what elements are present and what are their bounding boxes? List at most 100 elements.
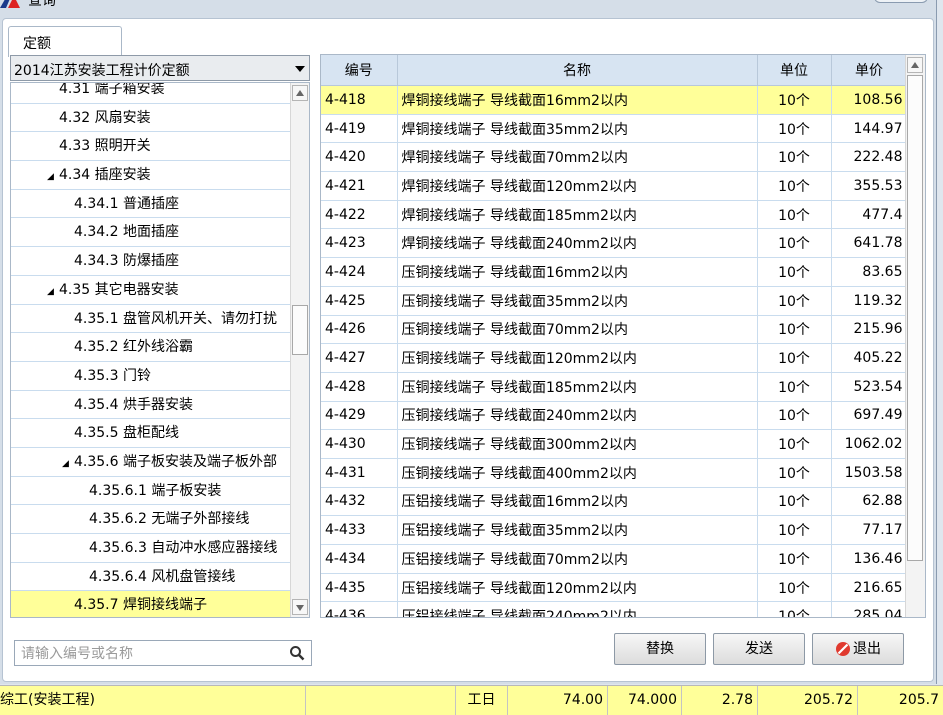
- tree-item[interactable]: 4.35.6.3 自动冲水感应器接线: [11, 534, 291, 563]
- table-row[interactable]: 4-419 焊铜接线端子 导线截面35mm2以内 10个 144.97: [321, 114, 908, 144]
- cell-name: 压铜接线端子 导线截面185mm2以内: [397, 372, 758, 402]
- tree-list: 4.31 端子箱安装 4.32 风扇安装 4.33 照明开关 ◢ 4.34 插座安装 4.…: [11, 83, 291, 617]
- bottom-empty: [306, 686, 456, 715]
- tree-item[interactable]: 4.35.6.4 风机盘管接线: [11, 563, 291, 592]
- table-row[interactable]: 4-436 压铝接线端子 导线截面240mm2以内 10个 285.04: [321, 601, 908, 617]
- cell-code: 4-436: [321, 601, 398, 617]
- tree-item-label: 4.35.3 门铃: [74, 367, 151, 384]
- cell-price: 697.49: [831, 401, 908, 431]
- tree-item[interactable]: ◢ 4.35.6 端子板安装及端子板外部: [11, 448, 291, 477]
- expanded-triangle-icon[interactable]: ◢: [47, 163, 59, 189]
- cell-code: 4-426: [321, 315, 398, 345]
- tree-scrollbar[interactable]: [290, 83, 309, 617]
- tree-item[interactable]: 4.35.6.2 无端子外部接线: [11, 505, 291, 534]
- close-button[interactable]: [874, 0, 928, 3]
- tree-item[interactable]: 4.35.7 焊铜接线端子: [11, 591, 291, 617]
- table-row[interactable]: 4-424 压铜接线端子 导线截面16mm2以内 10个 83.65: [321, 257, 908, 287]
- table-row[interactable]: 4-421 焊铜接线端子 导线截面120mm2以内 10个 355.53: [321, 171, 908, 201]
- cell-code: 4-427: [321, 343, 398, 373]
- table-row[interactable]: 4-422 焊铜接线端子 导线截面185mm2以内 10个 477.4: [321, 200, 908, 230]
- replace-button[interactable]: 替换: [614, 633, 706, 665]
- table-row[interactable]: 4-431 压铜接线端子 导线截面400mm2以内 10个 1503.58: [321, 458, 908, 488]
- table-row[interactable]: 4-420 焊铜接线端子 导线截面70mm2以内 10个 222.48: [321, 142, 908, 173]
- cell-name: 焊铜接线端子 导线截面35mm2以内: [397, 114, 758, 144]
- cell-price: 523.54: [831, 372, 908, 402]
- expanded-triangle-icon[interactable]: ◢: [47, 278, 59, 304]
- scroll-down-button[interactable]: [292, 599, 308, 615]
- tree-item[interactable]: ◢ 4.34 插座安装: [11, 161, 291, 190]
- table-row[interactable]: 4-435 压铝接线端子 导线截面120mm2以内 10个 216.65: [321, 573, 908, 603]
- table-row[interactable]: 4-427 压铜接线端子 导线截面120mm2以内 10个 405.22: [321, 343, 908, 373]
- tree-item[interactable]: 4.33 照明开关: [11, 132, 291, 162]
- grid-scrollbar[interactable]: [905, 55, 925, 617]
- column-header[interactable]: 单位: [757, 55, 832, 86]
- cell-unit: 10个: [757, 601, 832, 617]
- table-row[interactable]: 4-432 压铝接线端子 导线截面16mm2以内 10个 62.88: [321, 487, 908, 517]
- expanded-triangle-icon[interactable]: ◢: [62, 450, 74, 476]
- cell-unit: 10个: [757, 142, 832, 173]
- cell-code: 4-423: [321, 228, 398, 259]
- query-dialog: 查询 定额 2014江苏安装工程计价定额 4.31 端子箱安装 4.32 风扇安装…: [0, 0, 937, 684]
- tree-item[interactable]: 4.34.1 普通插座: [11, 190, 291, 219]
- send-button[interactable]: 发送: [713, 633, 805, 665]
- table-row[interactable]: 4-418 焊铜接线端子 导线截面16mm2以内 10个 108.56: [321, 85, 908, 115]
- tree-item[interactable]: 4.34.2 地面插座: [11, 218, 291, 248]
- exit-button[interactable]: 退出: [812, 633, 904, 665]
- cell-code: 4-433: [321, 515, 398, 545]
- tree-item[interactable]: 4.35.5 盘柜配线: [11, 419, 291, 448]
- scroll-thumb[interactable]: [907, 75, 923, 561]
- tree-item-label: 4.35 其它电器安装: [59, 281, 179, 298]
- tree-item[interactable]: 4.35.2 红外线浴霸: [11, 333, 291, 362]
- no-entry-icon: [836, 642, 850, 656]
- tree-item[interactable]: 4.32 风扇安装: [11, 104, 291, 133]
- cell-price: 108.56: [831, 85, 908, 115]
- cell-code: 4-425: [321, 286, 398, 316]
- column-header[interactable]: 编号: [321, 55, 398, 86]
- tree-item[interactable]: 4.35.4 烘手器安装: [11, 391, 291, 420]
- tree-item[interactable]: 4.35.3 门铃: [11, 362, 291, 391]
- cell-price: 405.22: [831, 343, 908, 373]
- tree-item-label: 4.34.2 地面插座: [74, 224, 179, 241]
- cell-code: 4-431: [321, 458, 398, 488]
- search-input[interactable]: [19, 643, 283, 665]
- table-row[interactable]: 4-425 压铜接线端子 导线截面35mm2以内 10个 119.32: [321, 286, 908, 316]
- search-icon[interactable]: [289, 645, 305, 661]
- table-row[interactable]: 4-434 压铝接线端子 导线截面70mm2以内 10个 136.46: [321, 544, 908, 574]
- column-header[interactable]: 单价: [831, 55, 908, 86]
- table-row[interactable]: 4-429 压铜接线端子 导线截面240mm2以内 10个 697.49: [321, 401, 908, 431]
- search-box[interactable]: [14, 640, 312, 666]
- cell-name: 焊铜接线端子 导线截面185mm2以内: [397, 200, 758, 230]
- column-header[interactable]: 名称: [397, 55, 758, 86]
- quota-library-value: 2014江苏安装工程计价定额: [14, 63, 190, 79]
- cell-price: 1062.02: [831, 429, 908, 459]
- table-row[interactable]: 4-423 焊铜接线端子 导线截面240mm2以内 10个 641.78: [321, 228, 908, 259]
- title-bar: 查询: [0, 0, 936, 10]
- cell-price: 477.4: [831, 200, 908, 230]
- tab-quota[interactable]: 定额: [8, 26, 122, 57]
- quota-library-select[interactable]: 2014江苏安装工程计价定额: [10, 55, 310, 81]
- tree-item[interactable]: 4.35.6.1 端子板安装: [11, 477, 291, 506]
- scroll-up-button[interactable]: [907, 57, 923, 73]
- cell-code: 4-429: [321, 401, 398, 431]
- cell-price: 77.17: [831, 515, 908, 545]
- cell-price: 1503.58: [831, 458, 908, 488]
- bottom-total1: 205.72: [758, 686, 858, 715]
- table-row[interactable]: 4-426 压铜接线端子 导线截面70mm2以内 10个 215.96: [321, 315, 908, 345]
- table-row[interactable]: 4-430 压铜接线端子 导线截面300mm2以内 10个 1062.02: [321, 429, 908, 459]
- table-row[interactable]: 4-433 压铝接线端子 导线截面35mm2以内 10个 77.17: [321, 515, 908, 545]
- tree-item[interactable]: 4.31 端子箱安装: [11, 83, 291, 104]
- table-body: 4-418 焊铜接线端子 导线截面16mm2以内 10个 108.56 4-419 焊铜接…: [321, 85, 908, 617]
- table-row[interactable]: 4-428 压铜接线端子 导线截面185mm2以内 10个 523.54: [321, 372, 908, 402]
- tree-item[interactable]: 4.35.1 盘管风机开关、请勿打扰: [11, 305, 291, 334]
- cell-code: 4-434: [321, 544, 398, 574]
- bottom-name: 综工(安装工程): [0, 686, 306, 715]
- cell-unit: 10个: [757, 429, 832, 459]
- scroll-thumb[interactable]: [292, 305, 308, 355]
- tree-item[interactable]: 4.34.3 防爆插座: [11, 247, 291, 276]
- scroll-up-button[interactable]: [292, 85, 308, 101]
- cell-price: 62.88: [831, 487, 908, 517]
- bottom-rate: 2.78: [682, 686, 758, 715]
- cell-unit: 10个: [757, 487, 832, 517]
- tree-item[interactable]: ◢ 4.35 其它电器安装: [11, 276, 291, 305]
- tree-item-label: 4.35.4 烘手器安装: [74, 396, 193, 413]
